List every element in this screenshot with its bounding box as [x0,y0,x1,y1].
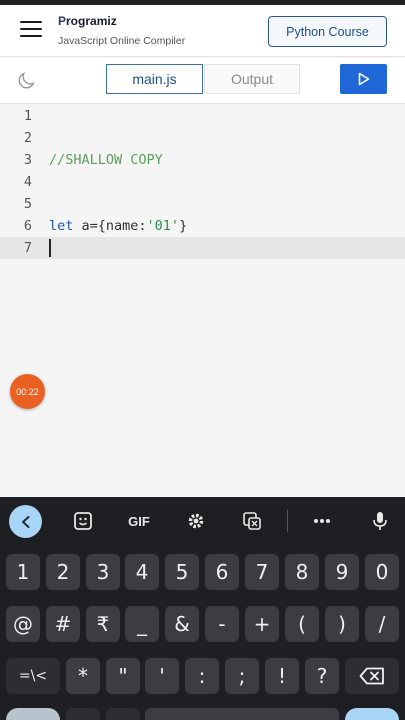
key-close-paren[interactable]: ) [325,606,359,642]
page-subtitle: JavaScript Online Compiler [58,35,186,47]
code-line: 1 [0,105,405,127]
code-closing: } [179,218,188,234]
microphone-icon[interactable] [368,509,392,533]
key-open-paren[interactable]: ( [285,606,319,642]
code-line: 4 [0,171,405,193]
key-comma[interactable] [66,708,100,720]
moon-icon[interactable] [15,70,37,92]
more-options-icon[interactable] [310,509,334,533]
text-cursor [49,239,51,257]
line-number: 2 [23,130,32,146]
key-colon[interactable]: : [185,658,219,694]
tab-output[interactable]: Output [204,64,300,94]
key-2[interactable]: 2 [46,554,80,590]
backspace-icon [359,667,384,685]
code-string: '01' [146,218,180,234]
recording-timer[interactable]: 00:22 [10,374,45,409]
chevron-left-icon [21,515,29,528]
key-9[interactable]: 9 [325,554,359,590]
key-plus[interactable]: + [245,606,279,642]
key-question[interactable]: ? [305,658,339,694]
logo-initial: P [58,14,67,28]
tab-main-js[interactable]: main.js [106,64,203,94]
key-abc[interactable] [6,708,60,720]
enter-key[interactable] [345,708,399,720]
editor-toolbar: main.js Output [0,58,405,104]
code-keyword: let [49,218,74,234]
key-symbols-page[interactable]: =\< [6,658,60,694]
app-header: Programiz JavaScript Online Compiler Pyt… [0,5,405,57]
key-3[interactable]: 3 [86,554,120,590]
hamburger-menu-icon[interactable] [20,21,42,39]
toolbar-divider [287,510,288,532]
code-comment: //SHALLOW COPY [49,152,163,168]
key-semicolon[interactable]: ; [225,658,259,694]
key-single-quote[interactable]: ' [145,658,179,694]
key-exclamation[interactable]: ! [265,658,299,694]
gear-icon[interactable] [184,509,208,533]
key-0[interactable]: 0 [365,554,399,590]
soft-keyboard: GIF 1 2 3 4 5 6 7 8 9 0 @ # ₹ _ & - + ( … [0,497,405,720]
key-double-quote[interactable]: " [106,658,140,694]
backspace-key[interactable] [345,658,399,694]
key-slash[interactable]: / [365,606,399,642]
programiz-logo[interactable]: Programiz [58,14,117,28]
code-editor[interactable]: 1 2 3 //SHALLOW COPY 4 5 6 let a={name:'… [0,105,405,497]
key-minus[interactable]: - [205,606,239,642]
logo-text: rogramiz [66,14,117,28]
key-emoji[interactable] [106,708,140,720]
python-course-button[interactable]: Python Course [268,16,387,47]
line-number: 5 [23,196,32,212]
code-line: 3 //SHALLOW COPY [0,149,405,171]
keyboard-back-button[interactable] [9,505,42,538]
code-text: let a={name:'01'} [49,215,187,237]
key-6[interactable]: 6 [205,554,239,590]
code-expression: a={name: [73,218,147,234]
code-line: 2 [0,127,405,149]
gif-button[interactable]: GIF [124,509,154,533]
code-line-active: 7 [0,237,405,259]
key-5[interactable]: 5 [165,554,199,590]
line-number: 6 [23,218,32,234]
key-rupee[interactable]: ₹ [86,606,120,642]
play-icon [358,72,369,86]
space-key[interactable] [145,708,339,720]
key-hash[interactable]: # [46,606,80,642]
key-8[interactable]: 8 [285,554,319,590]
sticker-icon[interactable] [71,509,95,533]
keyboard-toolbar: GIF [0,497,405,545]
key-underscore[interactable]: _ [125,606,159,642]
key-at[interactable]: @ [6,606,40,642]
key-asterisk[interactable]: * [66,658,100,694]
translate-icon[interactable] [240,509,264,533]
key-7[interactable]: 7 [245,554,279,590]
key-1[interactable]: 1 [6,554,40,590]
line-number: 3 [23,152,32,168]
line-number: 4 [23,174,32,190]
line-number: 1 [23,108,32,124]
key-4[interactable]: 4 [125,554,159,590]
run-button[interactable] [340,64,387,94]
line-number: 7 [23,240,32,256]
code-line: 6 let a={name:'01'} [0,215,405,237]
key-ampersand[interactable]: & [165,606,199,642]
code-line: 5 [0,193,405,215]
